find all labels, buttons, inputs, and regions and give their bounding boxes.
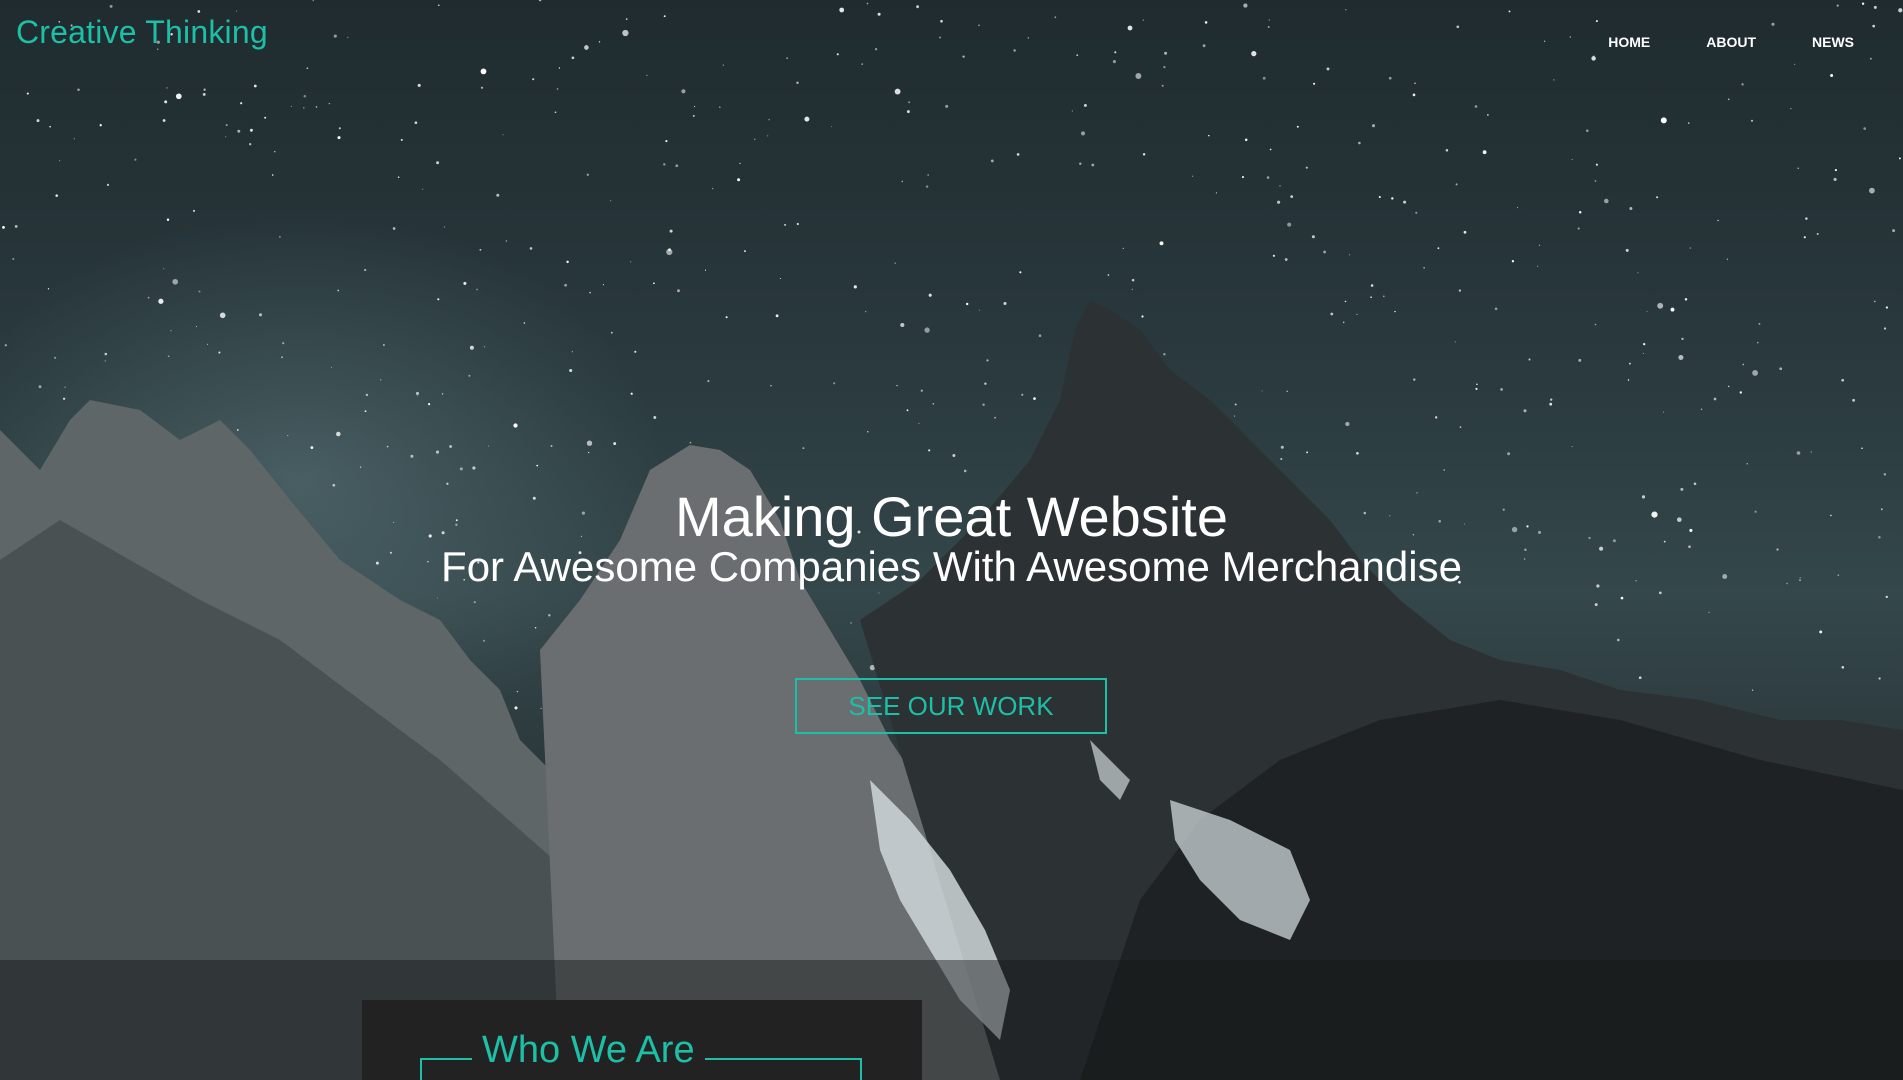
- main-nav: HOME ABOUT NEWS: [1552, 33, 1854, 51]
- hero-section: Creative Thinking HOME ABOUT NEWS Making…: [0, 0, 1903, 1080]
- hero-headline: Making Great Website: [675, 485, 1228, 548]
- about-title: Who We Are: [472, 1028, 705, 1072]
- see-our-work-button[interactable]: SEE OUR WORK: [795, 678, 1107, 734]
- nav-news-link[interactable]: NEWS: [1756, 33, 1854, 51]
- nav-home-link[interactable]: HOME: [1552, 33, 1650, 51]
- hero-subheadline: For Awesome Companies With Awesome Merch…: [441, 543, 1462, 590]
- site-logo[interactable]: Creative Thinking: [16, 14, 268, 51]
- nav-about-link[interactable]: ABOUT: [1650, 33, 1756, 51]
- about-panel: Who We Are: [362, 1000, 922, 1080]
